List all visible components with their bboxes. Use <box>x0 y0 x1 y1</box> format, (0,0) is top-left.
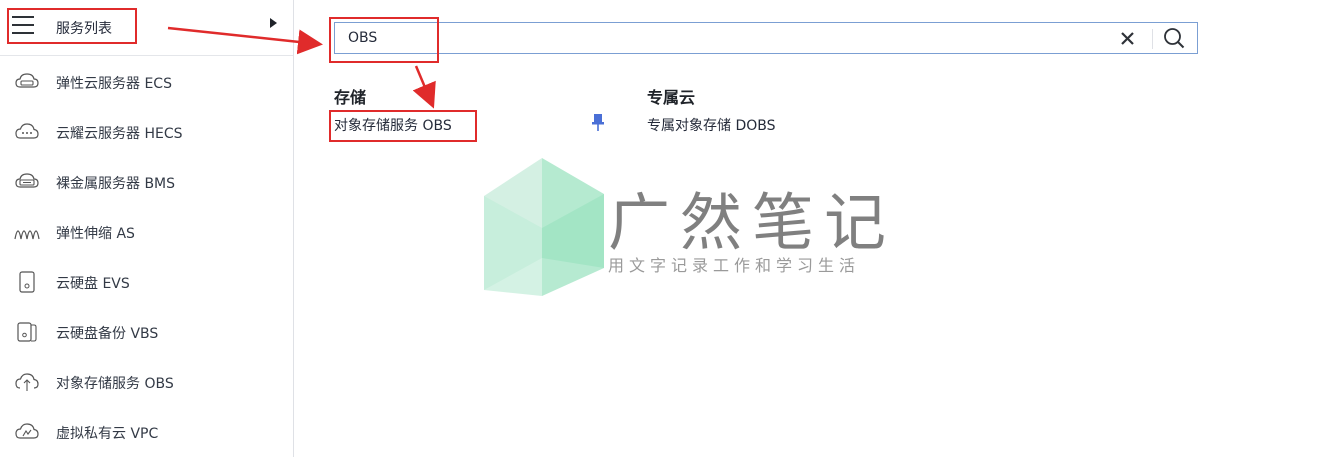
sidebar-item-label: 云耀云服务器 HECS <box>56 126 183 142</box>
pin-icon[interactable] <box>591 114 605 132</box>
auto-scaling-icon <box>14 230 40 240</box>
cloud-server-icon <box>15 73 39 88</box>
search-icon[interactable] <box>1163 27 1185 49</box>
clear-icon[interactable] <box>1120 31 1135 46</box>
sidebar-item-label: 弹性伸缩 AS <box>56 226 135 242</box>
sidebar-item-label: 裸金属服务器 BMS <box>56 176 176 192</box>
watermark-subtitle: 用文字记录工作和学习生活 <box>608 256 861 275</box>
search-divider <box>1152 29 1153 49</box>
sidebar-item-evs[interactable]: 云硬盘 EVS <box>0 257 292 307</box>
sidebar-item-label: 云硬盘 EVS <box>56 276 130 292</box>
sidebar-item-label: 云硬盘备份 VBS <box>56 326 159 342</box>
vpc-cloud-icon <box>15 423 39 439</box>
sidebar-item-label: 对象存储服务 OBS <box>56 376 174 392</box>
sidebar-item-obs[interactable]: 对象存储服务 OBS <box>0 357 292 407</box>
service-sidebar: 服务列表 弹性云服务器 ECS 云耀云服务器 HECS 裸金属服务器 BMS 弹… <box>0 0 294 457</box>
watermark-logo <box>484 158 604 296</box>
expand-arrow-icon[interactable] <box>270 18 277 28</box>
sidebar-item-vpc[interactable]: 虚拟私有云 VPC <box>0 407 292 457</box>
result-group-storage-title: 存储 <box>334 88 367 107</box>
annotation-arrow-to-result <box>412 65 436 109</box>
disk-backup-icon <box>17 322 37 342</box>
sidebar-item-vbs[interactable]: 云硬盘备份 VBS <box>0 307 292 357</box>
bare-metal-icon <box>15 173 39 188</box>
watermark-title: 广然笔记 <box>608 186 897 259</box>
hamburger-menu-icon[interactable] <box>12 16 34 34</box>
sidebar-item-as[interactable]: 弹性伸缩 AS <box>0 207 292 257</box>
sidebar-item-hecs[interactable]: 云耀云服务器 HECS <box>0 107 292 157</box>
result-item-obs[interactable]: 对象存储服务 OBS <box>334 115 452 135</box>
sidebar-item-label: 弹性云服务器 ECS <box>56 76 172 92</box>
cloud-dots-icon <box>15 123 39 139</box>
result-item-dobs[interactable]: 专属对象存储 DOBS <box>647 115 776 135</box>
search-input[interactable]: OBS <box>348 30 377 46</box>
cloud-upload-icon <box>15 373 39 391</box>
result-group-dedicated-cloud-title: 专属云 <box>647 88 696 107</box>
sidebar-header[interactable]: 服务列表 <box>0 0 293 56</box>
sidebar-item-ecs[interactable]: 弹性云服务器 ECS <box>0 57 292 107</box>
sidebar-item-bms[interactable]: 裸金属服务器 BMS <box>0 157 292 207</box>
sidebar-item-label: 虚拟私有云 VPC <box>56 426 159 442</box>
sidebar-title: 服务列表 <box>56 21 112 37</box>
service-search-box[interactable]: OBS <box>334 22 1198 54</box>
disk-icon <box>19 271 35 293</box>
